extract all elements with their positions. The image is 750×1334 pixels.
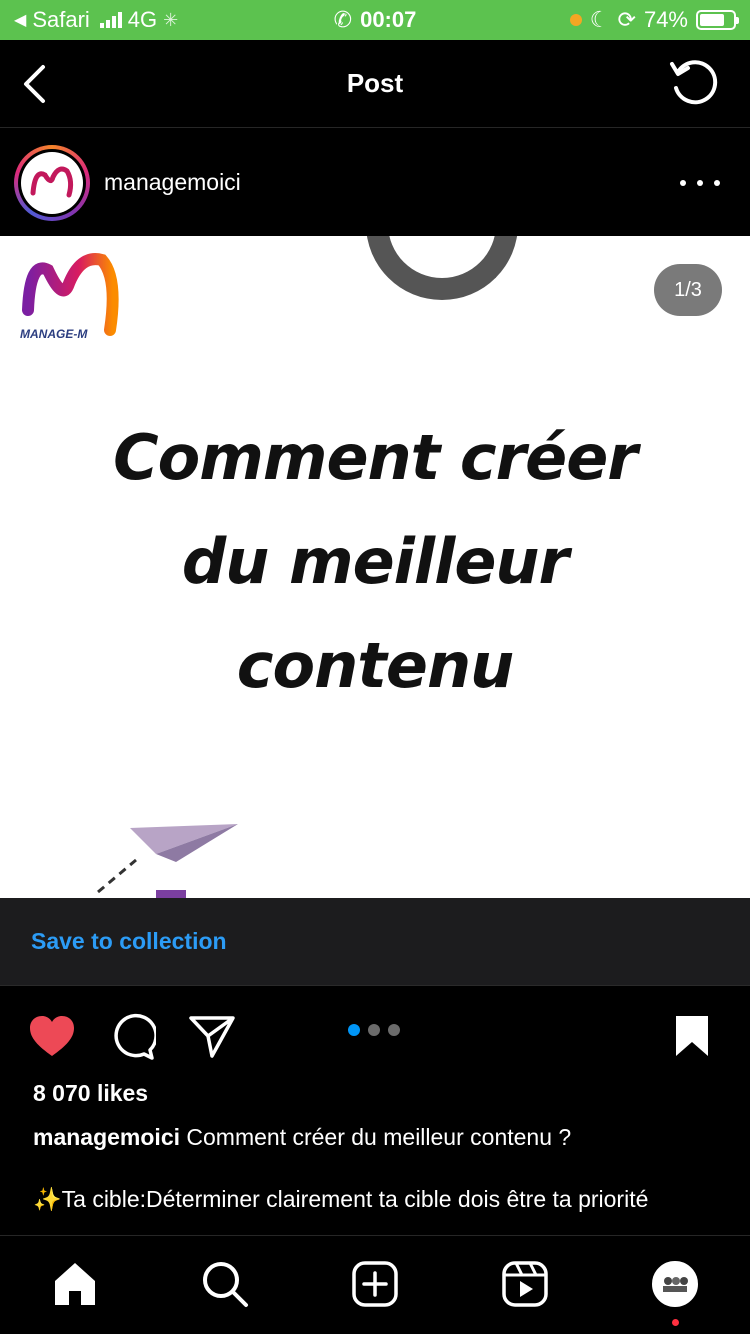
post-image[interactable]: MANAGE-M 1/3 Comment créer du meilleur c…	[0, 236, 750, 898]
carousel-dot	[368, 1024, 380, 1036]
save-button[interactable]	[666, 1010, 718, 1062]
svg-text:MANAGE-M: MANAGE-M	[20, 327, 88, 341]
refresh-icon	[670, 60, 718, 105]
moon-icon: ☾	[589, 7, 610, 32]
tab-reels[interactable]	[499, 1258, 551, 1310]
decorative-circle	[366, 236, 518, 300]
save-to-collection-link[interactable]: Save to collection	[31, 928, 227, 955]
tab-home[interactable]	[49, 1258, 101, 1310]
loading-icon: ✳	[163, 9, 179, 30]
tab-create[interactable]	[349, 1258, 401, 1310]
bookmark-filled-icon	[676, 1016, 708, 1056]
orientation-lock-icon: ⟳	[617, 7, 636, 32]
headline-line: contenu	[236, 629, 514, 702]
battery-icon	[696, 10, 739, 30]
caption-text: Comment créer du meilleur contenu ?	[186, 1124, 572, 1150]
headline-line: du meilleur	[181, 525, 569, 598]
refresh-button[interactable]	[668, 58, 720, 110]
plus-square-icon	[352, 1261, 398, 1307]
page-title: Post	[346, 68, 404, 98]
image-counter: 1/3	[654, 264, 722, 316]
status-bar: ◀ Safari 4G ✳ ✆ 00:07 ☾ ⟳ 74%	[0, 0, 750, 40]
share-button[interactable]	[186, 1010, 238, 1062]
caption: managemoici Comment créer du meilleur co…	[33, 1122, 723, 1152]
save-to-collection-bar[interactable]: Save to collection	[0, 898, 750, 986]
post-actions	[0, 1000, 750, 1070]
carousel-indicator	[348, 1024, 400, 1036]
likes-count[interactable]: 8 070 likes	[33, 1080, 148, 1107]
network-label: 4G	[127, 7, 158, 32]
carousel-dot	[348, 1024, 360, 1036]
post-headline: Comment créer du meilleur contenu	[0, 406, 750, 718]
back-to-app-icon[interactable]: ◀	[14, 10, 26, 30]
more-options-button[interactable]	[678, 173, 722, 193]
brand-logo: MANAGE-M	[20, 253, 119, 341]
post-author-row: managemoici	[0, 129, 750, 236]
paper-plane-icon	[189, 1016, 235, 1058]
like-button[interactable]	[26, 1010, 78, 1062]
comment-icon	[114, 1013, 156, 1060]
tab-profile[interactable]	[649, 1258, 701, 1310]
paper-plane-illustration	[97, 824, 238, 898]
mic-indicator-icon	[569, 14, 582, 26]
signal-icon	[99, 12, 122, 28]
caption-username[interactable]: managemoici	[33, 1124, 180, 1150]
activity-badge	[672, 1319, 679, 1326]
headline-line: Comment créer	[113, 421, 638, 494]
profile-avatar-icon	[652, 1261, 698, 1307]
heart-filled-icon	[30, 1016, 74, 1056]
chevron-left-icon	[24, 65, 45, 103]
carousel-dot	[388, 1024, 400, 1036]
more-horizontal-icon	[680, 179, 720, 186]
battery-percent: 74%	[643, 7, 688, 32]
home-icon	[55, 1263, 95, 1305]
tab-search[interactable]	[199, 1258, 251, 1310]
brand-logo-icon	[30, 166, 74, 197]
author-username[interactable]: managemoici	[104, 169, 678, 196]
search-icon	[203, 1262, 248, 1307]
back-app-label[interactable]: Safari	[32, 7, 89, 33]
avatar[interactable]	[14, 144, 90, 221]
nav-header: Post	[0, 40, 750, 128]
bottom-tab-bar	[0, 1235, 750, 1334]
back-button[interactable]	[14, 62, 54, 106]
reels-icon	[502, 1261, 548, 1307]
comment-button[interactable]	[106, 1010, 158, 1062]
caption-line: ✨Ta cible:Déterminer clairement ta cible…	[33, 1186, 649, 1212]
